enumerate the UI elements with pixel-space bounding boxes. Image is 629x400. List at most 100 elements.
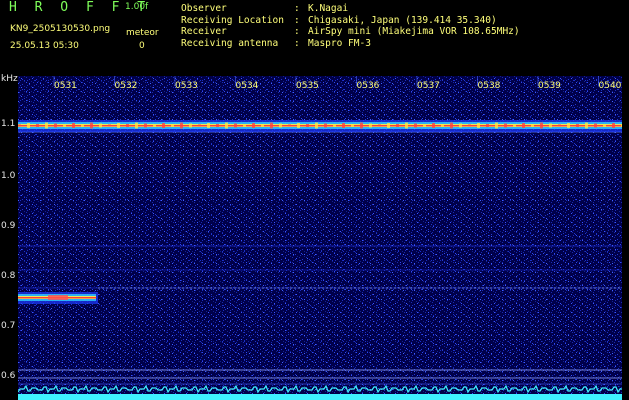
info-colon: :	[294, 14, 300, 26]
info-key: Receiving antenna	[181, 37, 279, 49]
app-version: 1.00f	[125, 2, 149, 12]
signal-band-speckle	[306, 124, 309, 127]
frequency-tick-label: 0.6	[1, 371, 16, 381]
signal-band-speckle	[81, 124, 84, 127]
signal-band-speckle	[198, 124, 201, 127]
signal-band-speckle	[585, 122, 588, 129]
signal-band-speckle	[180, 122, 183, 129]
signal-band-speckle	[387, 123, 390, 128]
signal-band-speckle	[243, 124, 246, 127]
signal-band-speckle	[531, 124, 534, 127]
signal-band-speckle	[36, 124, 39, 127]
signal-band-speckle	[153, 124, 156, 127]
signal-band-speckle	[171, 124, 174, 127]
time-tick-label: 0537	[417, 81, 440, 91]
signal-band-speckle	[162, 123, 165, 128]
frequency-tick-label: 0.8	[1, 271, 16, 281]
frequency-unit-label: kHz	[1, 74, 18, 84]
signal-band-speckle	[90, 122, 93, 129]
signal-band-speckle	[432, 123, 435, 128]
info-colon: :	[294, 26, 300, 38]
signal-band-speckle	[108, 124, 111, 127]
meteor-label: meteor	[126, 28, 159, 38]
signal-band-speckle	[99, 123, 102, 128]
signal-band-speckle	[603, 124, 606, 127]
signal-band-speckle	[378, 124, 381, 127]
time-tick-label: 0536	[356, 81, 380, 91]
info-colon: :	[294, 37, 300, 49]
time-tick-label: 0531	[54, 81, 77, 91]
info-value: K.Nagai	[308, 3, 349, 14]
signal-band-speckle	[117, 123, 120, 128]
signal-band-speckle	[297, 123, 300, 128]
time-tick-label: 0535	[296, 81, 319, 91]
noise-floor-fill	[18, 394, 622, 400]
time-tick-label: 0533	[175, 81, 198, 91]
signal-band-speckle	[405, 122, 408, 129]
signal-band-speckle	[450, 122, 453, 129]
signal-band-speckle	[189, 123, 192, 128]
signal-band-speckle	[468, 124, 471, 127]
signal-band-speckle	[288, 124, 291, 127]
time-tick-label: 0532	[114, 81, 138, 91]
time-tick-label: 0534	[235, 81, 259, 91]
signal-band-speckle	[459, 123, 462, 128]
signal-band-speckle	[351, 124, 354, 127]
info-row-receiver: Receiver: AirSpy mini (Miakejima VOR 108.…	[181, 26, 520, 38]
signal-band-speckle	[63, 124, 66, 127]
signal-band-speckle	[270, 122, 273, 129]
signal-band-speckle	[216, 124, 219, 127]
info-row-observer: Observer: K.Nagai	[181, 3, 520, 15]
meteor-count: 0	[139, 41, 145, 51]
info-key: Receiving Location	[181, 14, 284, 26]
signal-band-speckle	[72, 123, 75, 128]
signal-band-speckle	[441, 124, 444, 127]
signal-band-speckle	[279, 123, 282, 128]
time-tick-label: 0539	[538, 81, 561, 91]
signal-band-speckle	[261, 124, 264, 127]
signal-band-speckle	[135, 122, 138, 129]
signal-band-speckle	[576, 124, 579, 127]
signal-segment-peak	[48, 295, 68, 300]
signal-band-speckle	[558, 124, 561, 127]
info-value: AirSpy mini (Miakejima VOR 108.65MHz)	[308, 26, 520, 38]
signal-band-speckle	[513, 124, 516, 127]
signal-band-speckle	[414, 123, 417, 128]
time-tick-label: 0540	[598, 81, 622, 91]
signal-band-speckle	[315, 122, 318, 129]
signal-band-speckle	[567, 123, 570, 128]
signal-band-speckle	[144, 123, 147, 128]
signal-band-speckle	[126, 124, 129, 127]
signal-band-speckle	[477, 123, 480, 128]
signal-band-speckle	[549, 123, 552, 128]
time-tick-label: 0538	[477, 81, 501, 91]
signal-band-speckle	[207, 123, 210, 128]
spectrogram-plot	[18, 76, 622, 400]
info-colon: :	[294, 3, 300, 14]
signal-band-speckle	[423, 124, 426, 127]
signal-band-speckle	[486, 124, 489, 127]
info-key: Observer	[181, 3, 227, 14]
signal-band-speckle	[369, 123, 372, 128]
signal-band-speckle	[324, 123, 327, 128]
frequency-tick-label: 1.1	[1, 119, 16, 129]
signal-band-speckle	[333, 124, 336, 127]
signal-band-speckle	[225, 122, 228, 129]
signal-band-speckle	[504, 123, 507, 128]
signal-band-speckle	[54, 123, 57, 128]
info-value: Chigasaki, Japan (139.414 35.340)	[308, 14, 497, 26]
header-panel: H R O F F T 1.00f KN9_2505130530.png 25.…	[0, 0, 629, 76]
signal-band-speckle	[45, 122, 48, 129]
observation-info: Observer: K.Nagai Receiving Location: Chig…	[181, 3, 520, 49]
signal-band-speckle	[522, 123, 525, 128]
file-name: KN9_2505130530.png	[10, 24, 111, 34]
signal-band-speckle	[594, 123, 597, 128]
frequency-tick-label: 0.9	[1, 221, 16, 231]
signal-band-speckle	[495, 122, 498, 129]
signal-band-speckle	[540, 122, 543, 129]
signal-band-speckle	[396, 124, 399, 127]
signal-band-speckle	[612, 123, 615, 128]
signal-band-speckle	[18, 124, 21, 127]
frequency-tick-label: 0.7	[1, 321, 16, 331]
info-value: Maspro FM-3	[308, 37, 371, 49]
